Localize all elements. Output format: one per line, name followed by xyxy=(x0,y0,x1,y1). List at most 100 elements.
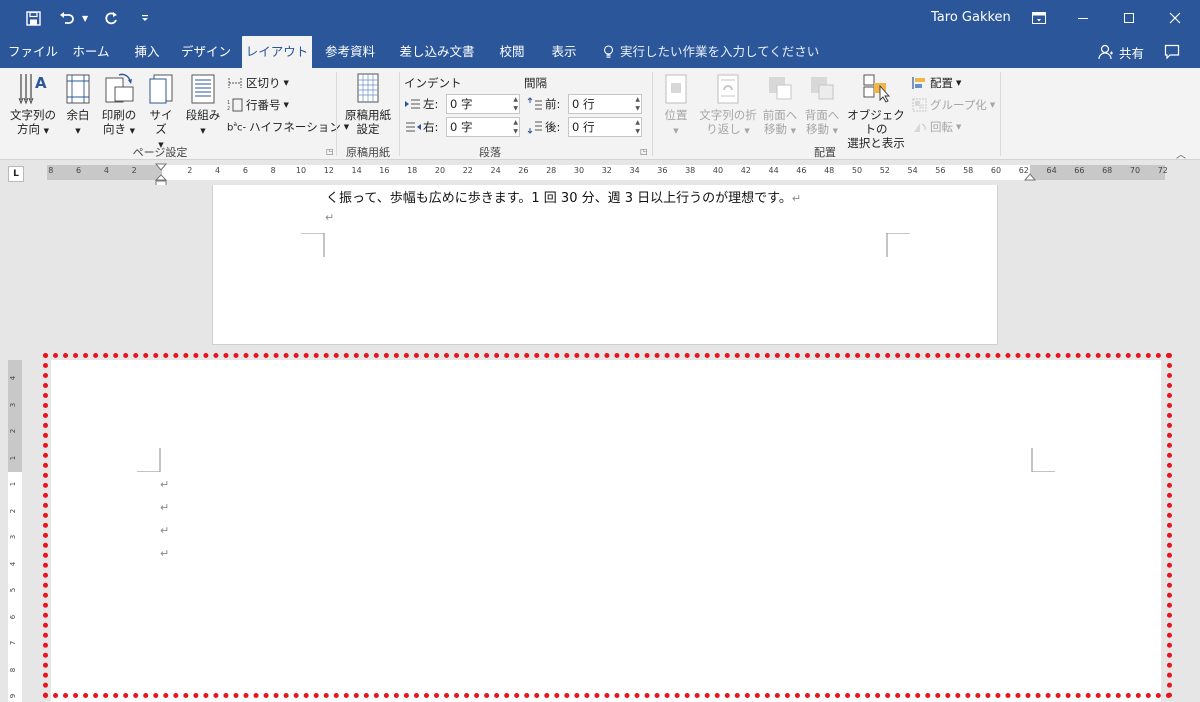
indent-right-input[interactable]: 0 字 ▲ ▼ xyxy=(446,117,520,137)
undo-icon[interactable] xyxy=(56,8,78,28)
minimize-icon[interactable] xyxy=(1060,0,1106,36)
send-backward-button[interactable]: 背面へ 移動 ▼ xyxy=(802,72,842,138)
page-setup-group-label: ページ設定 xyxy=(132,146,188,159)
user-name[interactable]: Taro Gakken xyxy=(931,10,1011,25)
collapse-ribbon-icon[interactable]: ︿ xyxy=(1176,146,1186,161)
breaks-button[interactable]: 区切り ▼ xyxy=(227,74,289,92)
position-icon xyxy=(665,74,687,104)
maximize-icon[interactable] xyxy=(1106,0,1152,36)
spacing-after-input[interactable]: 0 行 ▲ ▼ xyxy=(568,117,642,137)
indent-left-input[interactable]: 0 字 ▲ ▼ xyxy=(446,94,520,114)
genko-group-label: 原稿用紙 xyxy=(346,146,390,159)
wrap-text-button[interactable]: 文字列の折 り返し ▼ xyxy=(698,72,758,138)
ruler-number: 18 xyxy=(407,166,418,175)
crop-mark xyxy=(301,233,325,257)
tab-view[interactable]: 表示 xyxy=(542,36,586,68)
tab-home[interactable]: ホーム xyxy=(66,36,116,68)
ruler-number: 14 xyxy=(351,166,362,175)
ruler-number: 32 xyxy=(601,166,612,175)
close-icon[interactable] xyxy=(1152,0,1198,36)
ruler-number: 38 xyxy=(685,166,696,175)
tab-file[interactable]: ファイル xyxy=(4,36,62,68)
ruler-number: 30 xyxy=(573,166,585,175)
align-button[interactable]: 配置 ▼ xyxy=(912,74,961,92)
customize-qat-icon[interactable] xyxy=(134,8,156,28)
ruler-number: 28 xyxy=(546,166,557,175)
ruler-number: 4 xyxy=(215,166,221,175)
spacing-before-icon xyxy=(527,97,542,110)
indent-right-spinner[interactable]: ▲ ▼ xyxy=(513,118,518,136)
align-label: 配置 xyxy=(930,76,953,90)
page-setup-launcher-icon[interactable]: ◳ xyxy=(326,147,334,156)
ribbon-display-options-icon[interactable] xyxy=(1016,0,1062,36)
size-icon xyxy=(149,74,173,104)
redo-icon[interactable] xyxy=(100,8,122,28)
vertical-ruler-number: 4 xyxy=(9,375,18,381)
vertical-ruler-number: 8 xyxy=(9,667,18,672)
rotate-label: 回転 xyxy=(930,120,953,134)
orientation-button[interactable]: 印刷の 向き ▼ xyxy=(98,72,140,138)
paragraph-launcher-icon[interactable]: ◳ xyxy=(640,147,648,156)
body-text: く振って、歩幅も広めに歩きます。1 回 30 分、週 3 日以上行うのが理想です… xyxy=(326,191,792,206)
tell-me-search[interactable]: 実行したい作業を入力してください xyxy=(603,36,819,68)
document-page[interactable]: く振って、歩幅も広めに歩きます。1 回 30 分、週 3 日以上行うのが理想です… xyxy=(212,185,998,345)
share-button[interactable]: 共有 xyxy=(1098,36,1144,68)
margins-button[interactable]: 余白 ▼ xyxy=(62,72,94,138)
position-button[interactable]: 位置 ▼ xyxy=(658,72,694,138)
columns-button[interactable]: 段組み ▼ xyxy=(184,72,222,138)
highlight-frame xyxy=(43,353,1172,698)
paragraph-mark: ↵ xyxy=(325,211,335,224)
save-icon[interactable] xyxy=(22,8,44,28)
tab-mailings[interactable]: 差し込み文書 xyxy=(392,36,482,68)
ruler-number: 24 xyxy=(490,166,501,175)
ruler-number: 46 xyxy=(796,166,807,175)
genko-paper-icon xyxy=(357,73,379,103)
tab-design[interactable]: デザイン xyxy=(176,36,236,68)
ribbon-tabs: ファイル ホーム 挿入 デザイン レイアウト 参考資料 差し込み文書 校閲 表示… xyxy=(0,36,1200,68)
position-label: 位置 xyxy=(664,108,688,122)
ruler-number: 20 xyxy=(434,166,446,175)
ruler-area: L 8 6 4 2 2 4 6 8 10 12 14 16 18 20 22 24 26 28 30 32 34 36 38… xyxy=(0,161,1200,187)
line-numbers-button[interactable]: 12 行番号 ▼ xyxy=(227,96,289,114)
vertical-ruler-number: 2 xyxy=(9,428,18,434)
ribbon-layout: A 文字列の 方向 ▼ 余白 ▼ 印刷の 向き ▼ サイズ ▼ 段組み ▼ 区切り ▼ … xyxy=(0,68,1200,161)
group-label: グループ化 xyxy=(930,98,987,112)
genko-settings-button[interactable]: 原稿用紙 設定 xyxy=(340,72,396,136)
ruler-number: 22 xyxy=(462,166,473,175)
spacing-after-spinner[interactable]: ▲ ▼ xyxy=(635,118,640,136)
spacing-before-input[interactable]: 0 行 ▲ ▼ xyxy=(568,94,642,114)
text-direction-button[interactable]: A 文字列の 方向 ▼ xyxy=(8,72,58,138)
indent-left-icon xyxy=(405,99,420,109)
tab-layout[interactable]: レイアウト xyxy=(242,36,312,68)
comment-icon[interactable] xyxy=(1164,44,1180,63)
first-line-indent-marker[interactable] xyxy=(155,163,167,171)
ruler-number: 6 xyxy=(76,166,82,175)
body-text-line[interactable]: く振って、歩幅も広めに歩きます。1 回 30 分、週 3 日以上行うのが理想です… xyxy=(326,187,801,206)
ruler-number: 6 xyxy=(242,166,248,175)
document-area[interactable]: く振って、歩幅も広めに歩きます。1 回 30 分、週 3 日以上行うのが理想です… xyxy=(0,185,1200,702)
horizontal-ruler[interactable]: 8 6 4 2 2 4 6 8 10 12 14 16 18 20 22 24 26 28 30 32 34 36 38 40… xyxy=(47,163,1168,187)
bring-forward-button[interactable]: 前面へ 移動 ▼ xyxy=(760,72,800,138)
line-numbers-label: 行番号 xyxy=(246,98,281,112)
undo-dropdown-icon[interactable]: ▼ xyxy=(82,14,88,23)
size-button[interactable]: サイズ ▼ xyxy=(144,72,178,152)
vertical-ruler[interactable]: 4 3 2 1 1 2 3 4 5 6 7 8 9 xyxy=(8,360,22,702)
tab-review[interactable]: 校閲 xyxy=(492,36,532,68)
group-separator xyxy=(652,72,653,156)
tab-stop-selector[interactable]: L xyxy=(8,166,24,182)
group-separator xyxy=(399,72,400,156)
group-button[interactable]: グループ化 ▼ xyxy=(912,96,995,114)
selection-pane-button[interactable]: オブジェクトの 選択と表示 xyxy=(844,72,908,150)
tab-references[interactable]: 参考資料 xyxy=(318,36,382,68)
tab-insert[interactable]: 挿入 xyxy=(124,36,170,68)
indent-left-spinner[interactable]: ▲ ▼ xyxy=(513,95,518,113)
group-separator xyxy=(1000,72,1001,156)
vertical-ruler-number: 7 xyxy=(9,640,18,646)
rotate-button[interactable]: 回転 ▼ xyxy=(912,118,961,136)
hyphenation-button[interactable]: bac- ハイフネーション ▼ xyxy=(227,118,349,136)
selection-pane-icon xyxy=(863,74,891,103)
ruler-number: 70 xyxy=(1129,166,1141,175)
spacing-before-spinner[interactable]: ▲ ▼ xyxy=(635,95,640,113)
send-backward-icon xyxy=(811,77,834,100)
indent-title: インデント xyxy=(404,76,462,90)
